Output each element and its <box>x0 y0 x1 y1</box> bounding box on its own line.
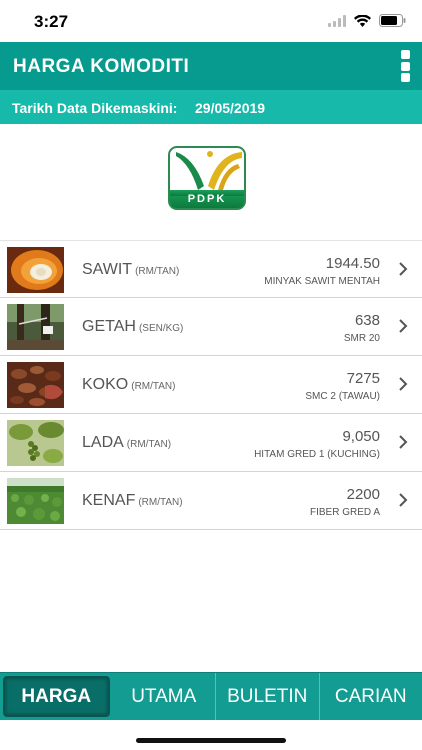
bottom-tab-bar: HARGA UTAMA BULETIN CARIAN <box>0 672 422 720</box>
tab-buletin[interactable]: BULETIN <box>216 673 320 720</box>
chevron-right-icon <box>398 261 408 282</box>
commodity-name: KENAF (RM/TAN) <box>82 492 183 509</box>
commodity-grade: MINYAK SAWIT MENTAH <box>264 276 380 287</box>
commodity-grade: HITAM GRED 1 (KUCHING) <box>254 449 380 460</box>
more-options-button[interactable] <box>398 50 412 82</box>
commodity-price: 1944.50 <box>325 255 380 272</box>
update-date: 29/05/2019 <box>195 100 266 116</box>
status-time: 3:27 <box>34 12 69 31</box>
commodity-row-koko[interactable]: KOKO (RM/TAN) 7275 SMC 2 (TAWAU) <box>0 356 422 414</box>
battery-icon <box>379 14 406 32</box>
pepper-plant-image <box>7 420 64 466</box>
chevron-right-icon <box>398 492 408 513</box>
commodity-row-getah[interactable]: GETAH (SEN/KG) 638 SMR 20 <box>0 298 422 356</box>
logo-text: PDPK <box>187 193 227 205</box>
palm-fruit-image <box>7 247 64 293</box>
status-bar: 3:27 <box>0 0 422 42</box>
update-date-bar: Tarikh Data Dikemaskini: 29/05/2019 <box>0 90 422 124</box>
commodity-name: KOKO (RM/TAN) <box>82 376 176 393</box>
update-label: Tarikh Data Dikemaskini: <box>12 100 178 116</box>
menu-dot-icon <box>400 50 410 59</box>
rubber-tree-image <box>7 304 64 350</box>
tab-utama[interactable]: UTAMA <box>113 673 216 720</box>
commodity-price: 9,050 <box>342 428 380 445</box>
commodity-name: LADA (RM/TAN) <box>82 434 172 451</box>
chevron-right-icon <box>398 434 408 455</box>
kenaf-field-image <box>7 478 64 524</box>
status-icons <box>328 14 406 32</box>
commodity-row-kenaf[interactable]: KENAF (RM/TAN) 2200 FIBER GRED A <box>0 472 422 530</box>
commodity-row-lada[interactable]: LADA (RM/TAN) 9,050 HITAM GRED 1 (KUCHING… <box>0 414 422 472</box>
signal-icon <box>328 14 346 32</box>
commodity-grade: FIBER GRED A <box>309 507 380 518</box>
commodity-name: SAWIT (RM/TAN) <box>82 261 180 278</box>
cocoa-beans-image <box>7 362 64 408</box>
tab-harga[interactable]: HARGA <box>3 676 110 717</box>
commodity-list: SAWIT (RM/TAN) 1944.50 MINYAK SAWIT MENTA… <box>0 240 422 530</box>
home-indicator[interactable] <box>136 738 286 743</box>
commodity-price: 638 <box>354 312 380 329</box>
commodity-price: 7275 <box>346 370 380 387</box>
commodity-price: 2200 <box>346 486 380 503</box>
page-title: HARGA KOMODITI <box>13 56 190 77</box>
pdpk-logo: PDPK <box>168 146 246 210</box>
app-header: HARGA KOMODITI <box>0 42 422 90</box>
wifi-icon <box>354 14 371 32</box>
commodity-row-sawit[interactable]: SAWIT (RM/TAN) 1944.50 MINYAK SAWIT MENTA… <box>0 240 422 298</box>
commodity-name: GETAH (SEN/KG) <box>82 318 184 335</box>
chevron-right-icon <box>398 318 408 339</box>
menu-dot-icon <box>400 61 410 71</box>
commodity-grade: SMC 2 (TAWAU) <box>305 391 380 402</box>
chevron-right-icon <box>398 376 408 397</box>
menu-dot-icon <box>400 73 410 82</box>
tab-carian[interactable]: CARIAN <box>320 673 422 720</box>
commodity-grade: SMR 20 <box>343 333 380 344</box>
